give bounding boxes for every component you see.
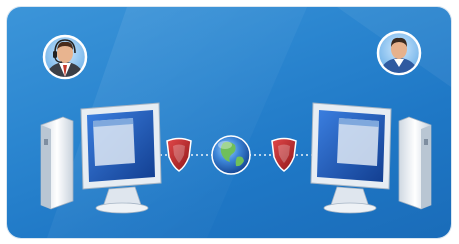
support-agent-avatar-icon	[42, 34, 88, 80]
shield-icon	[271, 137, 297, 172]
diagram-canvas	[40, 7, 451, 238]
desktop-computer-icon	[310, 102, 432, 214]
remote-support-diagram	[7, 7, 451, 238]
customer-avatar-icon	[376, 30, 422, 76]
globe-icon	[211, 135, 251, 175]
